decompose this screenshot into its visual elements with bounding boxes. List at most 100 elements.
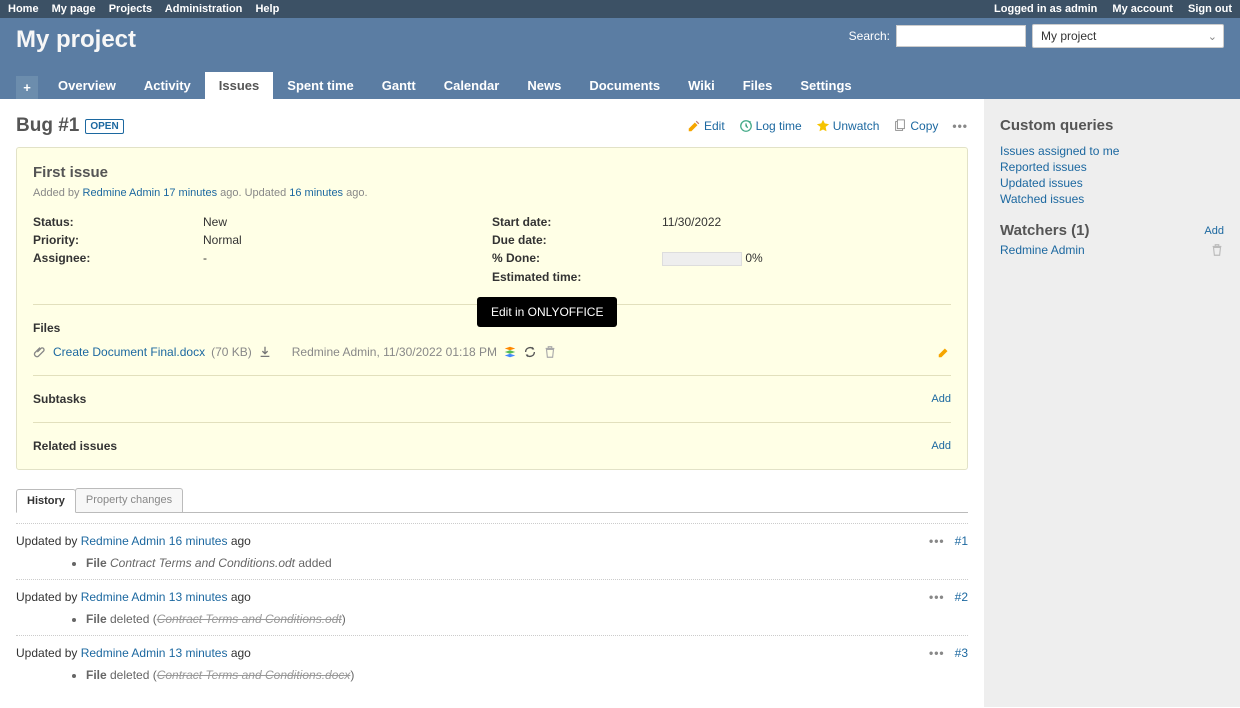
assignee-value: -: [203, 251, 207, 265]
status-badge: OPEN: [85, 119, 123, 134]
issue-toolbar: Edit Log time Unwatch Copy •••: [687, 119, 968, 133]
project-jump-dropdown[interactable]: My project ⌄: [1032, 24, 1224, 48]
journal-detail: File deleted (Contract Terms and Conditi…: [86, 668, 968, 682]
journal-actions-icon[interactable]: •••: [929, 590, 945, 604]
nav-signout[interactable]: Sign out: [1188, 3, 1232, 15]
nav-help[interactable]: Help: [255, 3, 279, 15]
start-date-label: Start date:: [492, 215, 662, 229]
query-updated[interactable]: Updated issues: [1000, 176, 1224, 190]
journal-detail: File deleted (Contract Terms and Conditi…: [86, 612, 968, 626]
priority-value: Normal: [203, 233, 242, 247]
custom-queries-heading: Custom queries: [1000, 117, 1224, 134]
tab-settings[interactable]: Settings: [786, 72, 865, 99]
journal-author-link[interactable]: Redmine Admin: [81, 646, 166, 660]
journal-actions-icon[interactable]: •••: [929, 646, 945, 660]
main-menu: + Overview Activity Issues Spent time Ga…: [16, 72, 1224, 99]
edit-button[interactable]: Edit: [687, 119, 725, 133]
tab-files[interactable]: Files: [729, 72, 787, 99]
query-watched[interactable]: Watched issues: [1000, 192, 1224, 206]
nav-admin[interactable]: Administration: [165, 3, 243, 15]
star-icon: [816, 119, 830, 133]
journal-author-link[interactable]: Redmine Admin: [81, 590, 166, 604]
status-value: New: [203, 215, 227, 229]
journal-time-link[interactable]: 16 minutes: [169, 534, 228, 548]
journal-entry: Updated by Redmine Admin 13 minutes ago …: [16, 579, 968, 635]
tab-spent-time[interactable]: Spent time: [273, 72, 367, 99]
logged-in-label: Logged in as: [994, 3, 1065, 15]
query-reported[interactable]: Reported issues: [1000, 160, 1224, 174]
more-actions-icon[interactable]: •••: [952, 119, 968, 133]
copy-button[interactable]: Copy: [893, 119, 938, 133]
add-subtask-link[interactable]: Add: [931, 393, 951, 405]
done-value: 0%: [745, 251, 762, 265]
watcher-user-link[interactable]: Redmine Admin: [1000, 243, 1085, 257]
search-input[interactable]: [896, 25, 1026, 47]
files-section-label: Files: [33, 321, 60, 335]
query-assigned-to-me[interactable]: Issues assigned to me: [1000, 144, 1224, 158]
tab-news[interactable]: News: [513, 72, 575, 99]
journal-detail: File Contract Terms and Conditions.odt a…: [86, 556, 968, 570]
journal-number-link[interactable]: #2: [955, 590, 968, 604]
onlyoffice-icon[interactable]: [503, 345, 517, 359]
attachment-row: Create Document Final.docx (70 KB) Redmi…: [33, 345, 951, 359]
assignee-label: Assignee:: [33, 251, 203, 265]
issue-meta: Added by Redmine Admin 17 minutes ago. U…: [33, 187, 951, 199]
tab-activity[interactable]: Activity: [130, 72, 205, 99]
clock-icon: [739, 119, 753, 133]
journal-actions-icon[interactable]: •••: [929, 534, 945, 548]
tooltip-onlyoffice: Edit in ONLYOFFICE: [477, 297, 617, 327]
attachment-size: (70 KB): [211, 345, 252, 359]
journal-number-link[interactable]: #1: [955, 534, 968, 548]
add-watcher-link[interactable]: Add: [1204, 225, 1224, 237]
tab-history[interactable]: History: [16, 489, 76, 513]
main-content: Bug #1 OPEN Edit Log time Unwatch: [0, 99, 984, 707]
paperclip-icon: [33, 345, 47, 359]
estimated-label: Estimated time:: [492, 270, 662, 284]
tab-calendar[interactable]: Calendar: [430, 72, 514, 99]
new-object-button[interactable]: +: [16, 76, 38, 99]
unwatch-button[interactable]: Unwatch: [816, 119, 880, 133]
journal-time-link[interactable]: 13 minutes: [169, 646, 228, 660]
attachment-author: Redmine Admin, 11/30/2022 01:18 PM: [292, 345, 497, 359]
log-time-button[interactable]: Log time: [739, 119, 802, 133]
tab-property-changes[interactable]: Property changes: [75, 488, 183, 512]
history-tabs: History Property changes: [16, 488, 968, 513]
tab-overview[interactable]: Overview: [44, 72, 130, 99]
tab-documents[interactable]: Documents: [575, 72, 674, 99]
attachment-link[interactable]: Create Document Final.docx: [53, 345, 205, 359]
project-jump-value: My project: [1041, 29, 1096, 43]
progress-bar: [662, 252, 742, 266]
remove-watcher-icon[interactable]: [1210, 243, 1224, 257]
edit-attachment-icon[interactable]: [937, 345, 951, 359]
download-icon[interactable]: [258, 345, 272, 359]
issue-title: Bug #1: [16, 115, 79, 137]
done-label: % Done:: [492, 251, 662, 266]
trash-icon[interactable]: [543, 345, 557, 359]
journal-author-link[interactable]: Redmine Admin: [81, 534, 166, 548]
journal-entry: Updated by Redmine Admin 16 minutes ago …: [16, 523, 968, 579]
logged-in-user: admin: [1065, 3, 1097, 15]
nav-home[interactable]: Home: [8, 3, 39, 15]
sidebar: Custom queries Issues assigned to me Rep…: [984, 99, 1240, 707]
tab-issues[interactable]: Issues: [205, 72, 273, 99]
issue-details-box: First issue Added by Redmine Admin 17 mi…: [16, 147, 968, 470]
status-label: Status:: [33, 215, 203, 229]
author-link[interactable]: Redmine Admin: [83, 187, 161, 199]
top-menu: Home My page Projects Administration Hel…: [0, 0, 1240, 18]
pencil-icon: [687, 119, 701, 133]
tab-wiki[interactable]: Wiki: [674, 72, 729, 99]
updated-time-link[interactable]: 16 minutes: [289, 187, 343, 199]
add-related-link[interactable]: Add: [931, 440, 951, 452]
nav-mypage[interactable]: My page: [52, 3, 96, 15]
journal-entry: Updated by Redmine Admin 13 minutes ago …: [16, 635, 968, 691]
convert-icon[interactable]: [523, 345, 537, 359]
added-time-link[interactable]: 17 minutes: [163, 187, 217, 199]
journal-time-link[interactable]: 13 minutes: [169, 590, 228, 604]
nav-projects[interactable]: Projects: [109, 3, 152, 15]
due-date-label: Due date:: [492, 233, 662, 247]
chevron-down-icon: ⌄: [1208, 30, 1217, 43]
watchers-heading: Watchers (1): [1000, 222, 1089, 239]
tab-gantt[interactable]: Gantt: [368, 72, 430, 99]
nav-myaccount[interactable]: My account: [1112, 3, 1173, 15]
journal-number-link[interactable]: #3: [955, 646, 968, 660]
